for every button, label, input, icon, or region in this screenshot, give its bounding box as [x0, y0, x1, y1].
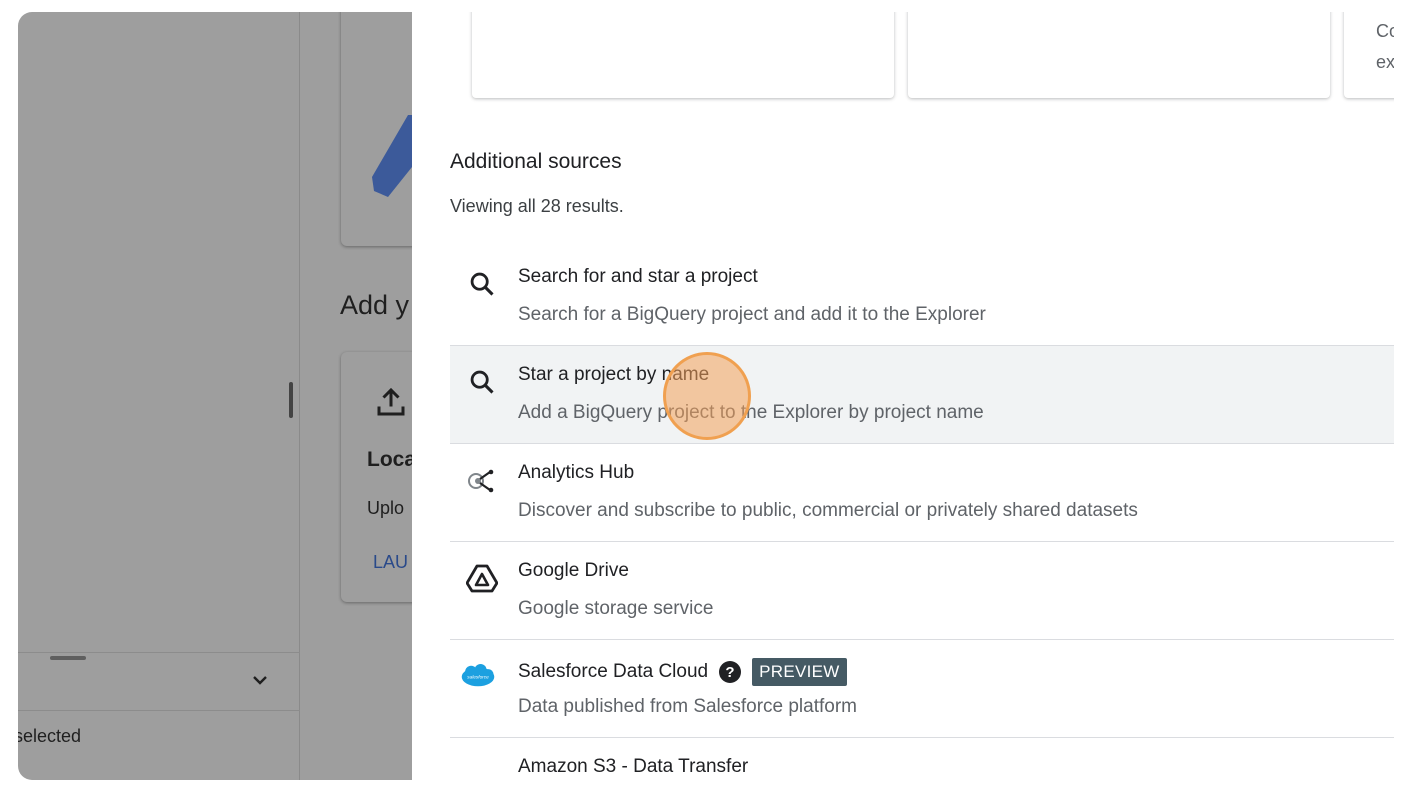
- panel-resize-handle[interactable]: [289, 382, 293, 418]
- list-item-title: Amazon S3 - Data Transfer: [518, 756, 749, 777]
- svg-text:?: ?: [726, 664, 735, 681]
- chevron-down-icon[interactable]: [248, 668, 272, 692]
- list-item-title: Analytics Hub: [518, 462, 635, 483]
- list-item-title: Search for and star a project: [518, 266, 758, 287]
- add-data-panel: Co ex Additional sources Viewing all 28 r…: [412, 12, 1394, 780]
- additional-sources-title: Additional sources: [450, 150, 622, 173]
- svg-text:salesforce: salesforce: [467, 675, 489, 680]
- add-data-heading: Add y: [340, 290, 410, 320]
- help-icon[interactable]: ?: [718, 660, 742, 684]
- list-item-description: Add a BigQuery project to the Explorer b…: [518, 402, 984, 423]
- divider: [18, 652, 300, 653]
- list-item[interactable]: Analytics Hub Discover and subscribe to …: [450, 444, 1394, 542]
- app-frame: selected Add y Loca Uplo LAU Coex Ad: [18, 12, 1394, 780]
- source-card-text: Co: [1376, 21, 1394, 41]
- source-card[interactable]: Co ex: [1344, 12, 1394, 98]
- list-item-description: Data published from Salesforce platform: [518, 696, 857, 717]
- launch-link[interactable]: LAU: [373, 552, 408, 573]
- divider: [18, 710, 300, 711]
- analytics-hub-icon: [464, 462, 500, 498]
- local-file-title: Loca: [367, 448, 417, 471]
- background-overlay: selected Add y Loca Uplo LAU: [18, 12, 431, 780]
- list-item-description: Search for a BigQuery project and add it…: [518, 304, 986, 325]
- local-file-description: Uplo: [367, 498, 405, 518]
- list-item-description: Discover and subscribe to public, commer…: [518, 500, 1138, 521]
- list-item-title: Star a project by name: [518, 364, 710, 385]
- explorer-sidebar: selected: [18, 12, 300, 780]
- google-drive-icon: [464, 560, 500, 596]
- list-item[interactable]: Google Drive Google storage service: [450, 542, 1394, 640]
- list-item[interactable]: Amazon S3 - Data Transfer: [450, 738, 1394, 780]
- list-item[interactable]: Star a project by name Add a BigQuery pr…: [450, 346, 1394, 444]
- selection-status: selected: [18, 726, 82, 746]
- list-item[interactable]: salesforce Salesforce Data Cloud ? PREVI…: [450, 640, 1394, 738]
- list-item-title: Google Drive: [518, 560, 629, 581]
- list-item-description: Google storage service: [518, 598, 714, 619]
- search-icon: [464, 266, 500, 302]
- source-card[interactable]: [472, 12, 894, 98]
- salesforce-icon: salesforce: [460, 658, 496, 694]
- list-item-title: Salesforce Data Cloud: [518, 661, 709, 682]
- upload-icon: [377, 387, 405, 416]
- source-card[interactable]: [908, 12, 1330, 98]
- list-item[interactable]: Search for and star a project Search for…: [450, 248, 1394, 346]
- drag-handle[interactable]: [50, 656, 86, 660]
- search-icon: [464, 364, 500, 400]
- preview-badge: PREVIEW: [752, 658, 847, 686]
- results-count: Viewing all 28 results.: [450, 196, 624, 216]
- source-card-text: ex: [1376, 52, 1394, 72]
- sources-list: Search for and star a project Search for…: [450, 248, 1394, 780]
